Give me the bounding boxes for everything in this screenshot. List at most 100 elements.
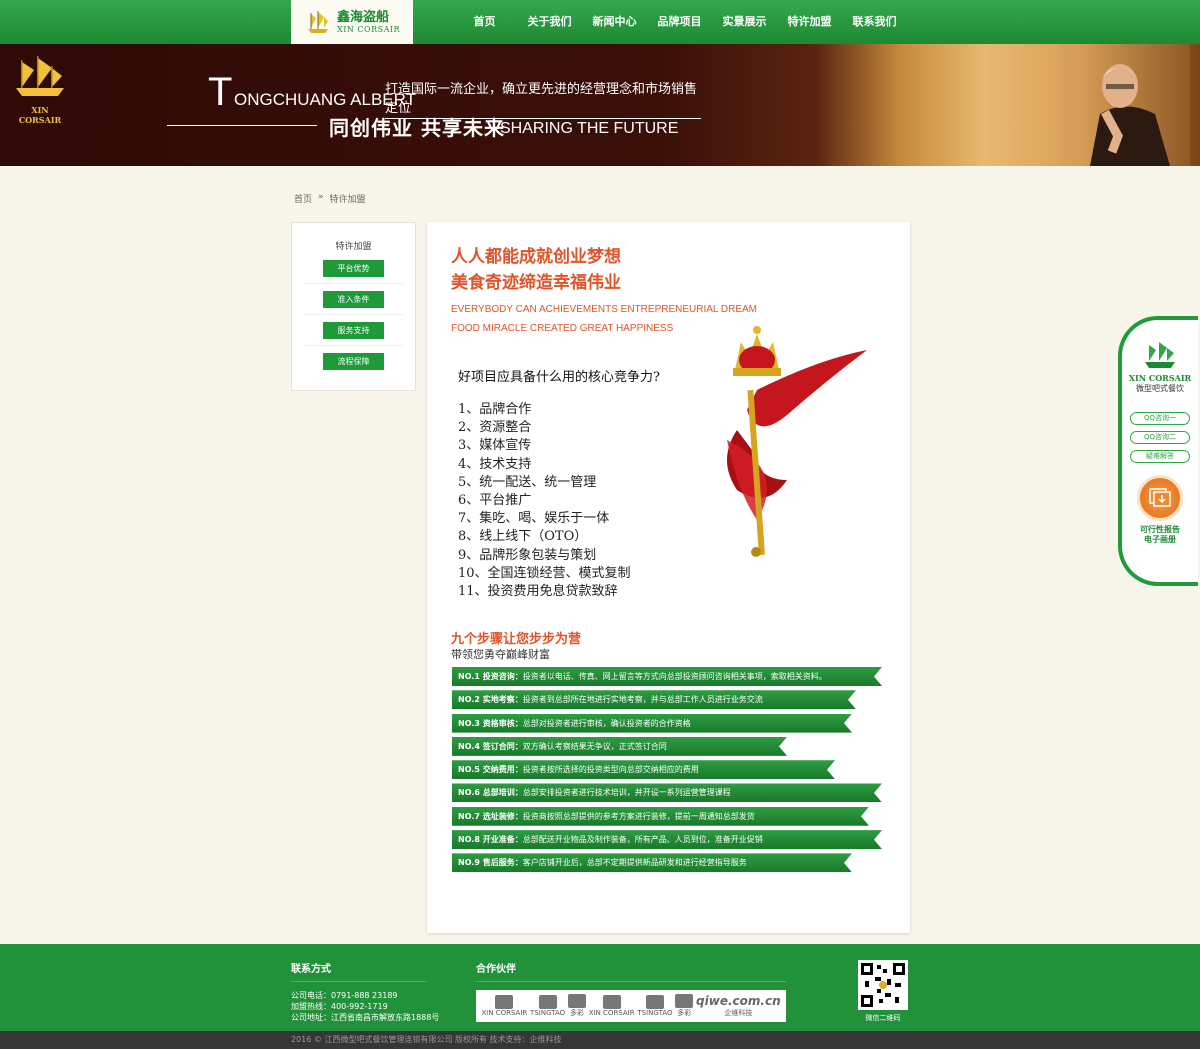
nav-brand-projects[interactable]: 品牌项目 bbox=[647, 0, 712, 44]
report-line-1: 可行性报告 bbox=[1140, 525, 1180, 534]
sidebar-item-support-button[interactable]: 服务支持 bbox=[323, 321, 384, 339]
site-logo[interactable]: 鑫海盗船 XIN CORSAIR bbox=[291, 0, 413, 44]
report-line-2: 电子画册 bbox=[1144, 535, 1176, 544]
headline-line-1: 人人都能成就创业梦想 bbox=[451, 247, 621, 267]
partner-logo-icon bbox=[675, 994, 694, 1008]
step-item: NO.4 签订合同：双方确认考察结果无争议，正式签订合同 bbox=[452, 737, 787, 756]
partner-logo-qiwe[interactable]: qiwe.com.cn 企维科技 bbox=[696, 994, 781, 1018]
headline: 人人都能成就创业梦想 美食奇迹缔造幸福伟业 bbox=[451, 244, 621, 296]
footer-contact-title: 联系方式 bbox=[291, 960, 427, 982]
steps-list: NO.1 投资咨询：投资者以电话、传真、网上留言等方式向总部投资顾问咨询相关事项… bbox=[452, 667, 882, 877]
breadcrumb-home[interactable]: 首页 bbox=[294, 192, 312, 205]
step-text: 投资商按照总部提供的参考方案进行装修，提前一周通知总部发货 bbox=[522, 811, 755, 821]
step-text: 双方确认考察结果无争议，正式签订合同 bbox=[522, 741, 667, 751]
ship-logo-icon bbox=[16, 56, 64, 96]
list-item: 10、全国连锁经营、模式复制 bbox=[458, 565, 631, 581]
qq-consult-1-button[interactable]: QQ咨询一 bbox=[1130, 412, 1190, 425]
ship-logo-icon bbox=[1145, 342, 1175, 368]
sidebar-item-requirements: 准入条件 bbox=[304, 284, 403, 315]
partner-logo[interactable]: 多彩 bbox=[567, 994, 586, 1018]
step-number: NO.9 售后服务： bbox=[458, 858, 523, 868]
step-text: 投资者以电话、传真、网上留言等方式向总部投资顾问咨询相关事项，索取相关资料。 bbox=[522, 672, 827, 681]
step-text: 投资者到总部所在地进行实地考察，并与总部工作人员进行业务交流 bbox=[522, 695, 763, 705]
step-item: NO.9 售后服务：客户店铺开业后，总部不定期提供新品研发和进行经营指导服务 bbox=[452, 853, 852, 872]
steps-title: 九个步骤让您步步为营 bbox=[451, 632, 582, 647]
nav-home[interactable]: 首页 bbox=[452, 0, 517, 44]
nav-franchise[interactable]: 特许加盟 bbox=[777, 0, 842, 44]
english-line-2: FOOD MIRACLE CREATED GREAT HAPPINESS bbox=[451, 323, 674, 334]
step-text: 总部安排投资者进行技术培训，并开设一系列运营管理课程 bbox=[522, 788, 731, 798]
faq-button[interactable]: 疑难解答 bbox=[1130, 450, 1190, 463]
float-brand-en: XIN CORSAIR bbox=[1128, 373, 1192, 383]
step-number: NO.4 签订合同： bbox=[458, 741, 523, 751]
footer-partners: 合作伙伴 XIN CORSAIR TSINGTAO 多彩 XIN CORSAIR… bbox=[476, 960, 786, 1022]
float-brand-cn: 微型吧式餐饮 bbox=[1136, 384, 1184, 393]
banner-logo: XIN CORSAIR bbox=[10, 54, 70, 125]
footer-hotline: 加盟热线：400-992-1719 bbox=[291, 1002, 388, 1011]
step-number: NO.2 实地考察： bbox=[458, 695, 523, 705]
ship-logo-icon bbox=[308, 11, 328, 33]
step-number: NO.7 选址装修： bbox=[458, 811, 523, 821]
partner-logo[interactable]: XIN CORSAIR bbox=[589, 995, 635, 1017]
step-item: NO.2 实地考察：投资者到总部所在地进行实地考察，并与总部工作人员进行业务交流 bbox=[452, 690, 856, 709]
footer-partners-title: 合作伙伴 bbox=[476, 960, 786, 982]
list-item: 2、资源整合 bbox=[458, 420, 532, 436]
partner-logo[interactable]: 多彩 bbox=[675, 994, 694, 1018]
sidebar-item-process-button[interactable]: 流程保障 bbox=[323, 353, 384, 370]
sidebar: 特许加盟 平台优势 准入条件 服务支持 流程保障 bbox=[291, 222, 416, 391]
nav-news[interactable]: 新闻中心 bbox=[582, 0, 647, 44]
sidebar-item-platform: 平台优势 bbox=[304, 253, 403, 284]
list-item: 3、媒体宣传 bbox=[458, 438, 532, 454]
main-content: 人人都能成就创业梦想 美食奇迹缔造幸福伟业 EVERYBODY CAN ACHI… bbox=[427, 222, 910, 933]
list-item: 8、线上线下（OTO） bbox=[458, 529, 588, 545]
sidebar-item-requirements-button[interactable]: 准入条件 bbox=[323, 290, 384, 308]
qq-consult-2-button[interactable]: QQ咨询二 bbox=[1130, 431, 1190, 444]
banner-big-letter: T bbox=[208, 70, 233, 114]
floating-service-widget: XIN CORSAIR 微型吧式餐饮 QQ咨询一 QQ咨询二 疑难解答 可行性报… bbox=[1118, 316, 1198, 586]
list-item: 9、品牌形象包装与策划 bbox=[458, 547, 597, 563]
nav-about[interactable]: 关于我们 bbox=[517, 0, 582, 44]
nav-contact[interactable]: 联系我们 bbox=[842, 0, 907, 44]
step-item: NO.8 开业准备：总部配送开业物品及制作装备，所有产品、人员到位，准备开业促销 bbox=[452, 830, 882, 849]
logo-cn-text: 鑫海盗船 bbox=[337, 9, 390, 25]
sidebar-title: 特许加盟 bbox=[335, 242, 372, 252]
list-item: 6、平台推广 bbox=[458, 492, 532, 508]
nav-showcase[interactable]: 实景展示 bbox=[712, 0, 777, 44]
steps-subtitle: 带领您勇夺巅峰财富 bbox=[451, 648, 550, 661]
core-question: 好项目应具备什么用的核心竞争力? bbox=[458, 370, 660, 385]
download-report-button[interactable] bbox=[1137, 475, 1183, 521]
banner-divider bbox=[167, 125, 317, 126]
sidebar-item-platform-button[interactable]: 平台优势 bbox=[323, 259, 384, 277]
breadcrumb: 首页 » 特许加盟 bbox=[294, 192, 366, 205]
partner-strip: XIN CORSAIR TSINGTAO 多彩 XIN CORSAIR TSIN… bbox=[476, 990, 786, 1022]
step-text: 客户店铺开业后，总部不定期提供新品研发和进行经营指导服务 bbox=[522, 858, 747, 868]
list-item: 1、品牌合作 bbox=[458, 402, 532, 417]
step-number: NO.5 交纳费用： bbox=[458, 765, 523, 775]
step-number: NO.3 资格审核： bbox=[458, 718, 523, 728]
top-nav-bar: 鑫海盗船 XIN CORSAIR 首页 关于我们 新闻中心 品牌项目 实景展示 … bbox=[0, 0, 1200, 44]
main-nav: 首页 关于我们 新闻中心 品牌项目 实景展示 特许加盟 联系我们 bbox=[452, 0, 907, 44]
footer: 联系方式 公司电话：0791-888 23189 加盟热线：400-992-17… bbox=[0, 944, 1200, 1031]
float-report-label: 可行性报告 电子画册 bbox=[1122, 525, 1198, 545]
footer-contact: 联系方式 公司电话：0791-888 23189 加盟热线：400-992-17… bbox=[291, 960, 439, 1023]
breadcrumb-current[interactable]: 特许加盟 bbox=[330, 192, 366, 205]
step-item: NO.6 总部培训：总部安排投资者进行技术培训，并开设一系列运营管理课程 bbox=[452, 783, 882, 802]
partner-logo-icon bbox=[495, 995, 514, 1009]
list-item: 7、集吃、喝、娱乐于一体 bbox=[458, 511, 610, 527]
english-line-1: EVERYBODY CAN ACHIEVEMENTS ENTREPRENEURI… bbox=[451, 304, 757, 315]
wechat-qr: 微信二维码 bbox=[858, 960, 908, 1023]
partner-logo[interactable]: TSINGTAO bbox=[637, 995, 672, 1017]
step-text: 总部对投资者进行审核，确认投资者的合作资格 bbox=[522, 718, 691, 728]
qr-caption: 微信二维码 bbox=[865, 1014, 901, 1022]
partner-logo[interactable]: XIN CORSAIR bbox=[481, 995, 527, 1017]
footer-address: 公司地址：江西省南昌市解放东路1888号 bbox=[291, 1013, 440, 1022]
sidebar-item-support: 服务支持 bbox=[304, 315, 403, 346]
list-item: 5、统一配送、统一管理 bbox=[458, 474, 597, 490]
list-item: 4、技术支持 bbox=[458, 456, 532, 472]
breadcrumb-separator: » bbox=[318, 192, 324, 202]
banner-slogan-en: SHARING THE FUTURE bbox=[500, 120, 679, 137]
step-item: NO.7 选址装修：投资商按照总部提供的参考方案进行装修，提前一周通知总部发货 bbox=[452, 807, 869, 826]
qr-code-icon bbox=[858, 960, 908, 1010]
partner-logo[interactable]: TSINGTAO bbox=[530, 995, 565, 1017]
banner-slogan-2: 同创伟业 共享未来 bbox=[329, 116, 505, 140]
